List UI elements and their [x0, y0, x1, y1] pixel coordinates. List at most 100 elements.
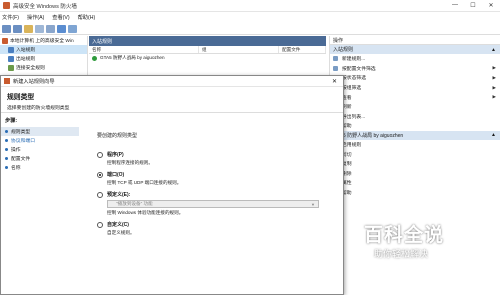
- wizard-steps: 步骤: 规则类型 协议和端口 操作 配置文件 名称: [1, 114, 79, 294]
- column-header-profile[interactable]: 配置文件: [279, 46, 326, 53]
- action-help[interactable]: 帮助: [330, 121, 500, 131]
- minimize-button[interactable]: —: [446, 2, 464, 9]
- predefined-select[interactable]: "播放到设备" 功能 ▼: [107, 200, 319, 208]
- maximize-button[interactable]: ☐: [464, 2, 482, 9]
- enabled-check-icon: [92, 55, 97, 61]
- steps-label: 步骤:: [5, 118, 18, 124]
- step-action[interactable]: 操作: [1, 145, 79, 154]
- close-window-button[interactable]: ✕: [482, 2, 500, 9]
- option-label: 程序(P): [107, 152, 124, 158]
- table-row[interactable]: GTA5 防野人战局 by aiguozhen: [89, 54, 326, 62]
- option-desc: 控制程序连接的规则。: [107, 160, 153, 165]
- actions-title: 操作: [330, 36, 500, 45]
- tree-item-outbound[interactable]: 出站规则: [0, 54, 87, 63]
- step-protocol-port[interactable]: 协议和端口: [1, 136, 79, 145]
- action-label: 启用规则: [342, 143, 362, 149]
- action-refresh[interactable]: 刷新: [330, 102, 500, 112]
- action-filter-profile[interactable]: 按配置文件筛选 ▶: [330, 64, 500, 74]
- dialog-close-button[interactable]: ✕: [332, 78, 337, 85]
- action-export[interactable]: 导出列表...: [330, 112, 500, 122]
- option-custom[interactable]: 自定义(C) 自定义规则。: [97, 221, 327, 236]
- option-desc: 控制 TCP 或 UDP 端口连接的规则。: [107, 180, 182, 185]
- dialog-heading: 规则类型: [7, 94, 35, 101]
- menu-action[interactable]: 操作(A): [27, 14, 44, 21]
- step-name[interactable]: 名称: [1, 163, 79, 172]
- new-inbound-rule-wizard: 新建入站规则向导 ✕ 规则类型 选择要创建的防火墙规则类型 步骤: 规则类型 协…: [0, 75, 344, 295]
- tree-item-inbound[interactable]: 入站规则: [0, 45, 87, 54]
- wizard-icon: [4, 78, 10, 84]
- folder-icon[interactable]: [24, 24, 33, 33]
- step-label: 协议和端口: [11, 139, 35, 144]
- option-port[interactable]: 端口(O) 控制 TCP 或 UDP 端口连接的规则。: [97, 171, 327, 186]
- submenu-arrow-icon: ▶: [492, 65, 496, 71]
- menu-file[interactable]: 文件(F): [2, 14, 19, 21]
- option-label: 端口(O): [107, 172, 125, 178]
- selected-rule-section-header[interactable]: GTA5 防野人战局 by aiguozhen ▲: [330, 130, 500, 140]
- tree-item-connection-security[interactable]: 连接安全规则: [0, 63, 87, 72]
- step-bullet-icon: [5, 148, 8, 151]
- column-header-group[interactable]: 组: [199, 46, 279, 53]
- option-program[interactable]: 程序(P) 控制程序连接的规则。: [97, 151, 327, 166]
- help-icon[interactable]: [57, 24, 66, 33]
- tree-item-label: 连接安全规则: [16, 66, 45, 71]
- actions-section-header[interactable]: 入站规则 ▲: [330, 45, 500, 54]
- action-copy[interactable]: 复制: [330, 159, 500, 169]
- option-desc: 自定义规则。: [107, 230, 135, 235]
- menu-help[interactable]: 帮助(H): [78, 14, 96, 21]
- rule-name: GTA5 防野人战局 by aiguozhen: [100, 55, 165, 60]
- option-predefined[interactable]: 预定义(E):: [97, 191, 327, 198]
- radio-program[interactable]: [97, 152, 103, 158]
- window-titlebar: 高级安全 Windows 防火墙 — ☐ ✕: [0, 0, 500, 12]
- back-icon[interactable]: [2, 24, 11, 33]
- dialog-header: 规则类型 选择要创建的防火墙规则类型: [1, 87, 343, 113]
- window-controls: — ☐ ✕: [446, 2, 500, 9]
- dialog-subheading: 选择要创建的防火墙规则类型: [7, 106, 70, 111]
- dialog-titlebar: 新建入站规则向导 ✕: [1, 76, 343, 87]
- step-label: 名称: [11, 166, 21, 171]
- properties-icon[interactable]: [68, 24, 77, 33]
- actions-section-label: 入站规则: [333, 47, 354, 53]
- action-enable-rule[interactable]: 启用规则: [330, 140, 500, 150]
- radio-custom[interactable]: [97, 222, 103, 228]
- export-icon[interactable]: [46, 24, 55, 33]
- action-filter-state[interactable]: 按状态筛选 ▶: [330, 73, 500, 83]
- rules-column-headers: 名称 组 配置文件: [89, 46, 326, 54]
- rules-pane-header: 入站规则: [89, 36, 326, 46]
- column-header-name[interactable]: 名称: [89, 46, 199, 53]
- firewall-app-icon: [3, 2, 10, 9]
- step-bullet-icon: [5, 166, 8, 169]
- step-bullet-icon: [5, 139, 8, 142]
- action-filter-group[interactable]: 按组筛选 ▶: [330, 83, 500, 93]
- watermark: 百科全说 助你轻松解决: [364, 220, 494, 268]
- action-new-rule[interactable]: 新建规则...: [330, 54, 500, 64]
- step-bullet-icon: [5, 130, 8, 133]
- submenu-arrow-icon: ▶: [492, 94, 496, 100]
- option-label: 预定义(E):: [107, 192, 131, 198]
- pane-icon[interactable]: [35, 24, 44, 33]
- submenu-arrow-icon: ▶: [492, 84, 496, 90]
- step-rule-type[interactable]: 规则类型: [1, 127, 79, 136]
- option-desc: 控制 Windows 体验功能连接的规则。: [107, 210, 184, 215]
- tree-item-root[interactable]: 本地计算机 上的高级安全 Win: [0, 36, 87, 45]
- submenu-arrow-icon: ▶: [492, 74, 496, 80]
- step-profile[interactable]: 配置文件: [1, 154, 79, 163]
- menu-view[interactable]: 查看(V): [52, 14, 69, 21]
- chevron-down-icon: ▼: [311, 201, 315, 207]
- step-bullet-icon: [5, 157, 8, 160]
- collapse-icon[interactable]: ▲: [491, 132, 496, 138]
- predefined-value: "播放到设备" 功能: [116, 201, 153, 206]
- watermark-main: 百科全说: [364, 225, 445, 246]
- action-help-2[interactable]: 帮助: [330, 188, 500, 198]
- filter-icon: [333, 65, 338, 71]
- radio-predefined[interactable]: [97, 192, 103, 198]
- forward-icon[interactable]: [13, 24, 22, 33]
- action-label: 按状态筛选: [342, 76, 366, 82]
- action-view[interactable]: 查看 ▶: [330, 92, 500, 102]
- collapse-icon[interactable]: ▲: [491, 47, 496, 53]
- wizard-body: 要创建的规则类型 程序(P) 控制程序连接的规则。 端口(O) 控制 TCP 或…: [81, 114, 343, 294]
- radio-port[interactable]: [97, 172, 103, 178]
- action-label: 按组筛选: [342, 86, 362, 92]
- action-delete[interactable]: 删除: [330, 169, 500, 179]
- action-cut[interactable]: 剪切: [330, 149, 500, 159]
- action-properties[interactable]: 属性: [330, 178, 500, 188]
